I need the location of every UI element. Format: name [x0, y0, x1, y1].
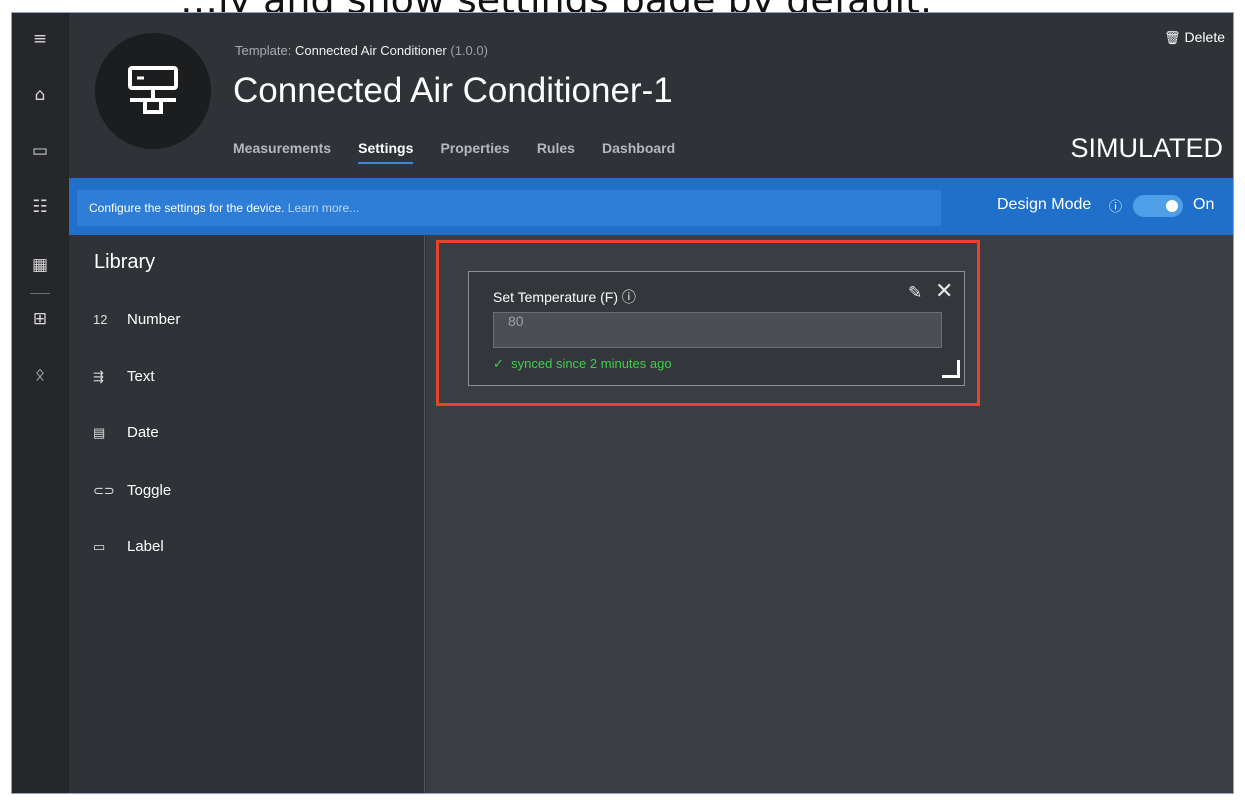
simulated-status: SIMULATED: [1070, 133, 1223, 163]
library-panel: Library 12 Number ⇶ Text ▤ Date ⊂⊃ Toggle ▭ L…: [69, 235, 425, 793]
settings-canvas: Set Temperature (F) ⓘ ✎ ✕ 80 ✓ synced si…: [426, 235, 1233, 793]
dashboard-icon[interactable]: ⊞: [26, 305, 54, 333]
design-mode-state: On: [1193, 196, 1215, 213]
info-message: Configure the settings for the device. L…: [77, 190, 941, 226]
label-icon: ▭: [93, 539, 106, 554]
tab-dashboard[interactable]: Dashboard: [602, 140, 675, 162]
library-item-label: Label: [127, 538, 164, 555]
design-mode-label: Design Mode: [997, 196, 1092, 213]
tab-rules[interactable]: Rules: [537, 140, 575, 162]
delete-button[interactable]: 🗑 Delete: [1164, 29, 1225, 46]
device-avatar: [95, 33, 211, 149]
trash-icon: 🗑: [1164, 30, 1181, 45]
design-mode-toggle[interactable]: [1133, 195, 1183, 217]
info-message-text: Configure the settings for the device.: [89, 201, 285, 215]
check-icon: ✓: [493, 356, 504, 371]
tab-settings[interactable]: Settings: [358, 140, 414, 164]
close-icon[interactable]: ✕: [935, 280, 953, 304]
library-item-date[interactable]: ▤ Date: [93, 424, 159, 450]
home-icon[interactable]: ⌂: [26, 81, 54, 109]
device-header: Template: Connected Air Conditioner (1.0…: [69, 13, 1233, 178]
template-info: Template: Connected Air Conditioner (1.0…: [235, 43, 488, 58]
screenshot-frame: …ly and show settings page by default. ≡…: [0, 0, 1245, 806]
library-item-label: Number: [127, 311, 181, 328]
info-icon[interactable]: ⓘ: [622, 289, 636, 305]
delete-label: Delete: [1184, 29, 1225, 45]
menu-icon[interactable]: ≡: [26, 25, 54, 53]
toggle-knob: [1166, 200, 1178, 212]
tab-properties[interactable]: Properties: [440, 140, 509, 162]
edit-pencil-icon[interactable]: ✎: [908, 283, 922, 303]
library-item-number[interactable]: 12 Number: [93, 311, 180, 337]
info-icon[interactable]: ⓘ: [1109, 196, 1125, 215]
library-item-label: Text: [127, 368, 155, 385]
setting-tile[interactable]: Set Temperature (F) ⓘ ✎ ✕ 80 ✓ synced si…: [468, 271, 965, 386]
resize-handle[interactable]: [942, 360, 960, 378]
network-device-icon: [128, 66, 178, 114]
library-item-label[interactable]: ▭ Label: [93, 538, 164, 564]
library-item-text[interactable]: ⇶ Text: [93, 368, 155, 394]
tab-measurements[interactable]: Measurements: [233, 140, 331, 162]
template-version: (1.0.0): [450, 43, 488, 58]
temperature-input[interactable]: 80: [493, 312, 942, 348]
checklist-icon[interactable]: ☷: [26, 193, 54, 221]
library-title: Library: [94, 251, 156, 273]
app-window: ≡ ⌂ ▭ ☷ ▦ ⊞ ᛟ Template: Connected Air Co…: [11, 12, 1234, 794]
library-item-label: Date: [127, 424, 159, 441]
left-nav-rail: ≡ ⌂ ▭ ☷ ▦ ⊞ ᛟ: [12, 13, 69, 793]
library-item-label: Toggle: [127, 482, 172, 499]
analytics-icon[interactable]: ▦: [26, 251, 54, 279]
learn-more-link[interactable]: Learn more...: [288, 201, 359, 215]
setting-label: Set Temperature (F) ⓘ: [493, 289, 636, 305]
text-icon: ⇶: [93, 369, 104, 384]
toggle-icon: ⊂⊃: [93, 483, 115, 498]
users-icon[interactable]: ᛟ: [26, 361, 54, 389]
number-icon: 12: [93, 312, 108, 327]
device-title: Connected Air Conditioner-1: [233, 71, 673, 110]
highlight-box: Set Temperature (F) ⓘ ✎ ✕ 80 ✓ synced si…: [436, 240, 980, 406]
library-item-toggle[interactable]: ⊂⊃ Toggle: [93, 482, 171, 508]
rail-divider: [30, 293, 50, 294]
template-prefix: Template:: [235, 43, 292, 58]
device-tabs: Measurements Settings Properties Rules D…: [233, 138, 697, 166]
template-name[interactable]: Connected Air Conditioner: [295, 43, 447, 58]
sync-status: ✓ synced since 2 minutes ago: [493, 356, 672, 371]
device-icon[interactable]: ▭: [26, 137, 54, 165]
date-icon: ▤: [93, 425, 106, 440]
settings-info-bar: Configure the settings for the device. L…: [69, 178, 1233, 235]
